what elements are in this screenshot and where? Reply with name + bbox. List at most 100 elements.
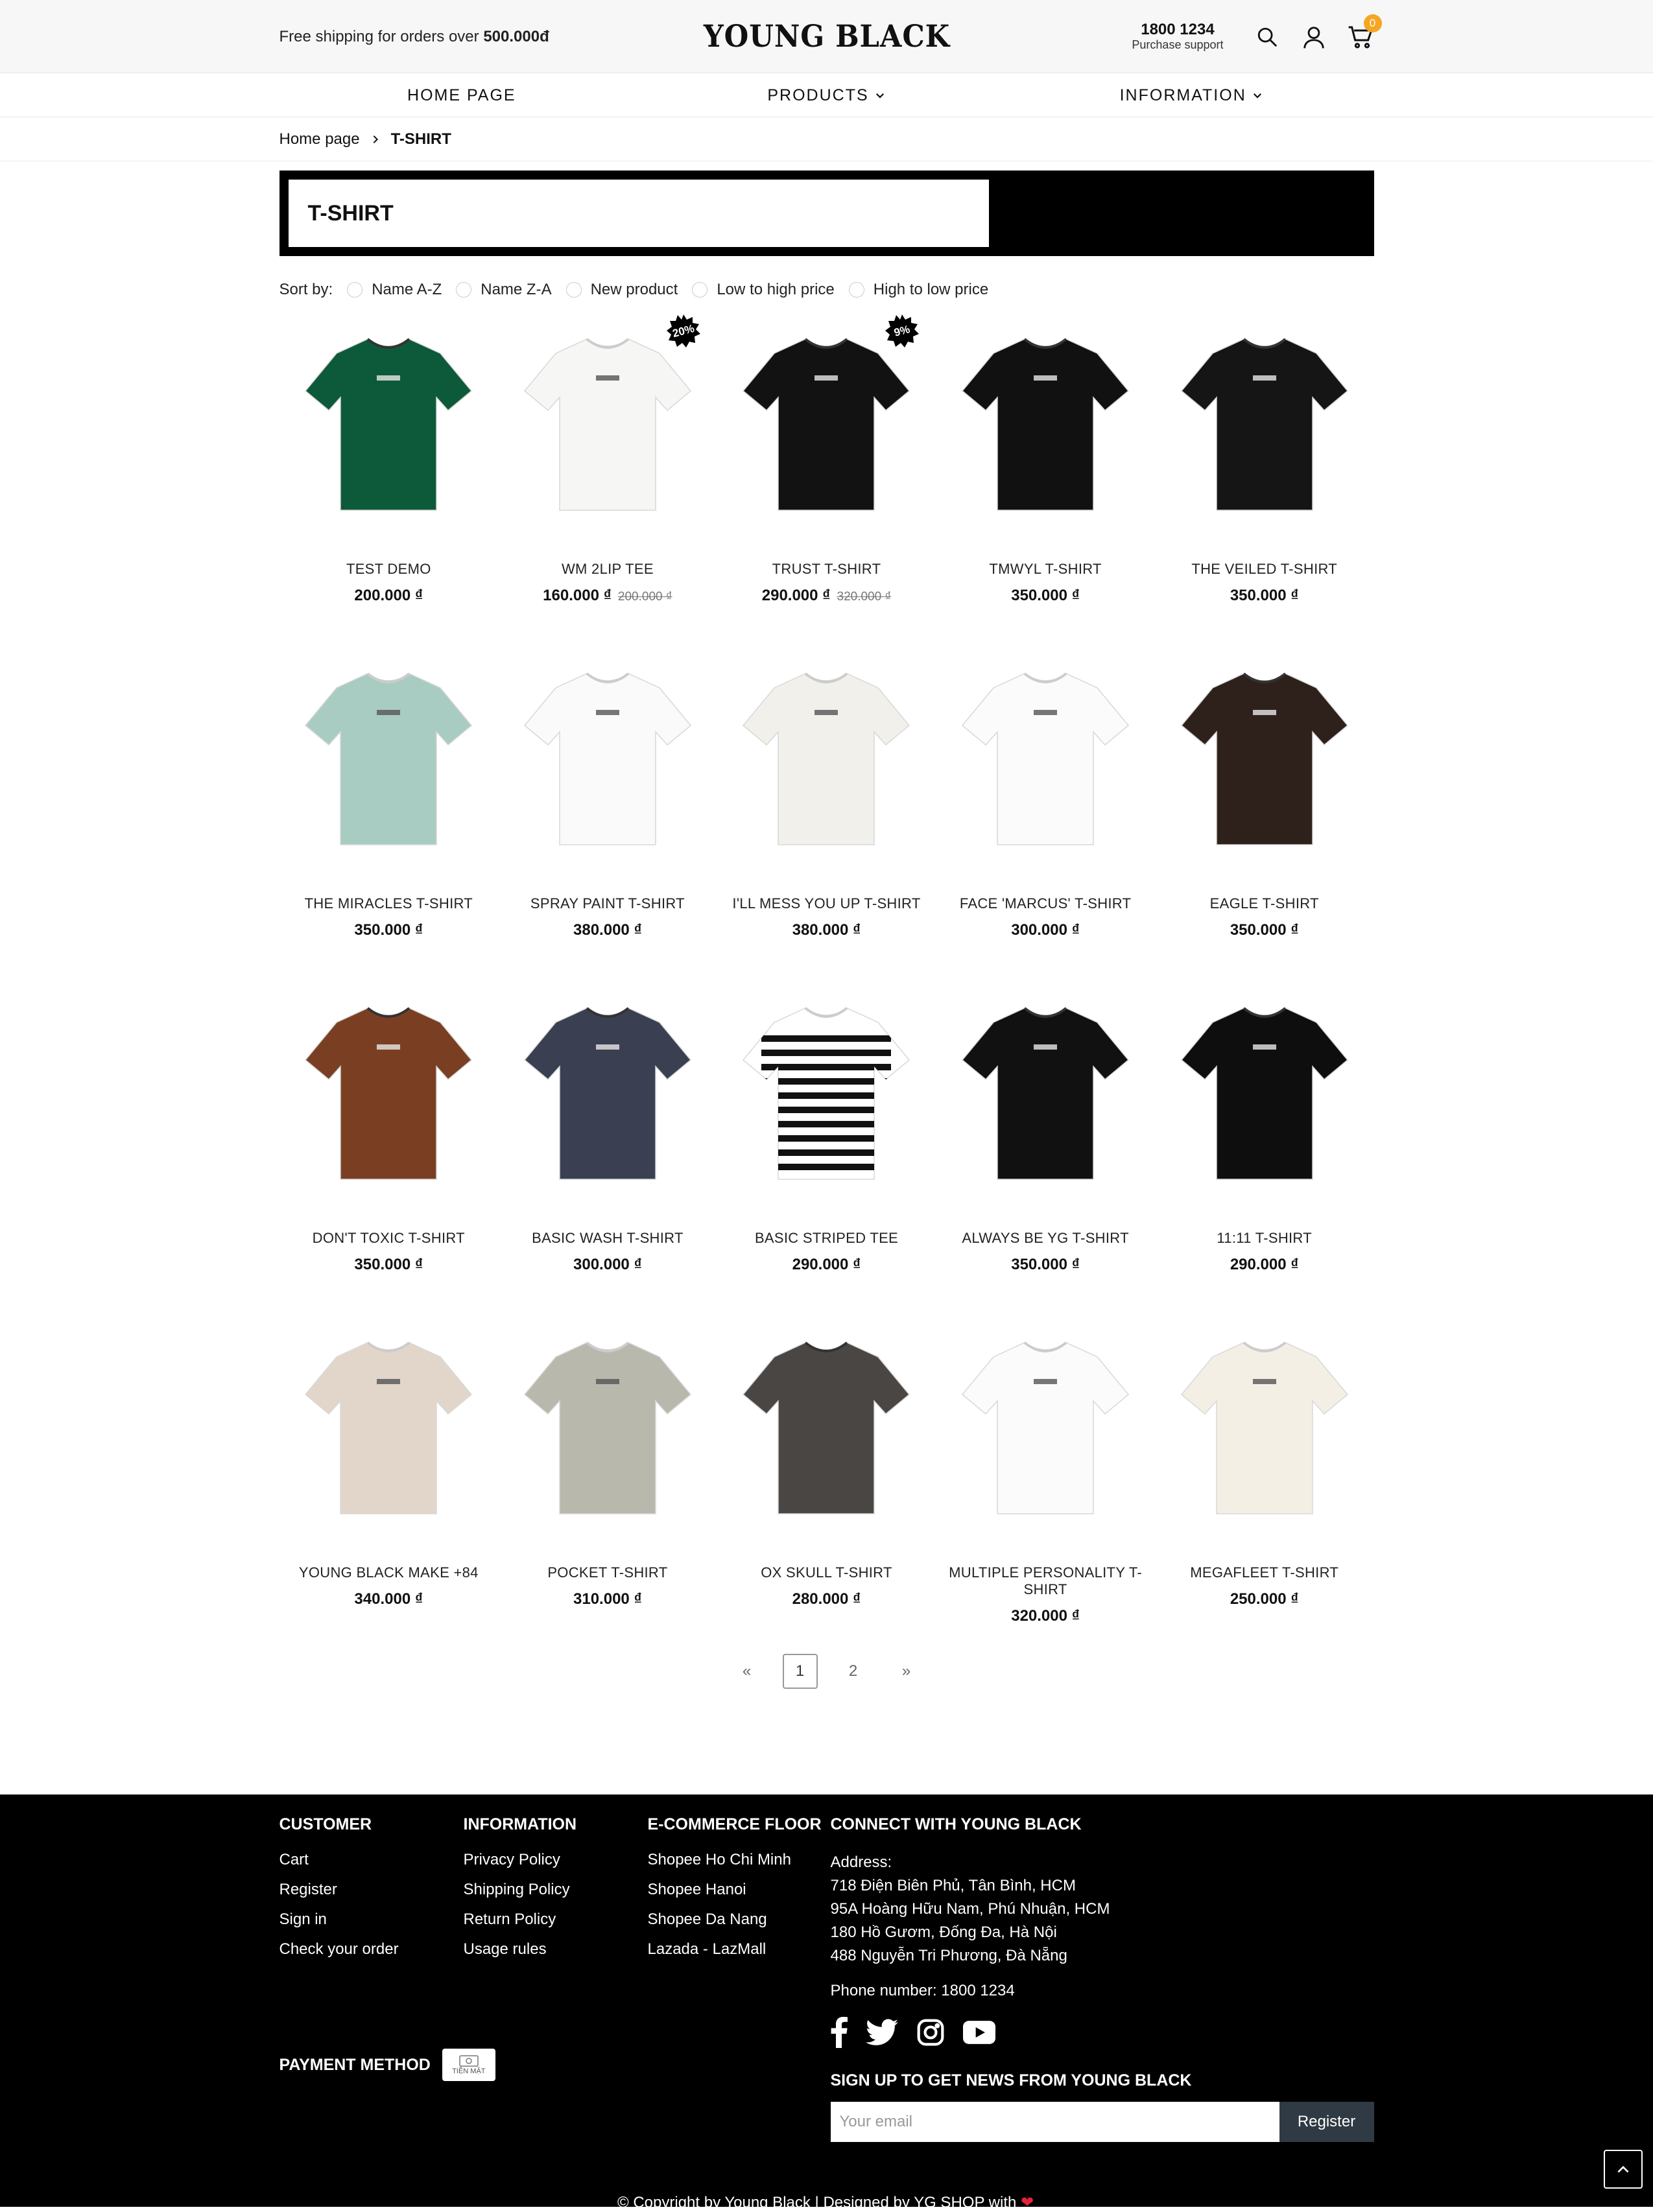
product-image[interactable]: [936, 1331, 1155, 1525]
instagram-icon[interactable]: [916, 2018, 945, 2047]
account-button[interactable]: [1300, 23, 1327, 51]
product-image[interactable]: [1155, 327, 1374, 522]
product-card[interactable]: EAGLE T-SHIRT 350.000 ₫: [1155, 662, 1374, 963]
footer-link-register[interactable]: Register: [279, 1881, 464, 1899]
sort-name-za[interactable]: Name Z-A: [456, 281, 552, 299]
radio-circle[interactable]: [692, 282, 708, 298]
product-name[interactable]: YOUNG BLACK MAKE +84: [279, 1564, 499, 1581]
product-card[interactable]: OX SKULL T-SHIRT 280.000 ₫: [717, 1331, 936, 1632]
footer-link-shipping[interactable]: Shipping Policy: [464, 1881, 648, 1899]
sort-name-az[interactable]: Name A-Z: [347, 281, 442, 299]
product-image[interactable]: [1155, 1331, 1374, 1525]
footer-link-shopee-danang[interactable]: Shopee Da Nang: [648, 1911, 832, 1929]
product-card[interactable]: THE MIRACLES T-SHIRT 350.000 ₫: [279, 662, 499, 963]
product-image[interactable]: [279, 1331, 499, 1525]
footer-link-return[interactable]: Return Policy: [464, 1911, 648, 1929]
product-card[interactable]: TMWYL T-SHIRT 350.000 ₫: [936, 327, 1155, 628]
page-1[interactable]: 1: [782, 1654, 818, 1689]
purchase-support[interactable]: 1800 1234 Purchase support: [1132, 21, 1223, 51]
product-name[interactable]: POCKET T-SHIRT: [498, 1564, 717, 1581]
product-name[interactable]: FACE 'MARCUS' T-SHIRT: [936, 895, 1155, 912]
product-name[interactable]: THE VEILED T-SHIRT: [1155, 561, 1374, 578]
footer-link-shopee-hanoi[interactable]: Shopee Hanoi: [648, 1881, 832, 1899]
product-image[interactable]: [498, 1331, 717, 1525]
product-name[interactable]: TMWYL T-SHIRT: [936, 561, 1155, 578]
radio-circle[interactable]: [565, 282, 582, 298]
product-name[interactable]: WM 2LIP TEE: [498, 561, 717, 578]
product-card[interactable]: I'LL MESS YOU UP T-SHIRT 380.000 ₫: [717, 662, 936, 963]
product-name[interactable]: OX SKULL T-SHIRT: [717, 1564, 936, 1581]
product-image[interactable]: [279, 662, 499, 856]
cart-button[interactable]: 0: [1347, 14, 1382, 51]
product-image[interactable]: [717, 996, 936, 1191]
radio-circle[interactable]: [848, 282, 864, 298]
product-image[interactable]: [279, 327, 499, 522]
product-card[interactable]: 9% TRUST T-SHIRT 290.000 ₫ 320.000 ₫: [717, 314, 936, 628]
page-next[interactable]: »: [889, 1654, 924, 1689]
product-image[interactable]: [936, 996, 1155, 1191]
nav-information[interactable]: INFORMATION: [1009, 86, 1374, 105]
product-card[interactable]: MULTIPLE PERSONALITY T-SHIRT 320.000 ₫: [936, 1331, 1155, 1632]
newsletter-register-button[interactable]: Register: [1279, 2102, 1374, 2142]
breadcrumb-home[interactable]: Home page: [279, 130, 360, 148]
page-2[interactable]: 2: [836, 1654, 871, 1689]
youtube-icon[interactable]: [962, 2020, 995, 2045]
product-image[interactable]: [936, 327, 1155, 522]
product-image[interactable]: [1155, 996, 1374, 1191]
product-image[interactable]: [498, 996, 717, 1191]
product-card[interactable]: POCKET T-SHIRT 310.000 ₫: [498, 1331, 717, 1632]
product-name[interactable]: I'LL MESS YOU UP T-SHIRT: [717, 895, 936, 912]
product-card[interactable]: BASIC WASH T-SHIRT 300.000 ₫: [498, 996, 717, 1297]
product-image[interactable]: 20%: [498, 314, 717, 522]
radio-circle[interactable]: [456, 282, 472, 298]
footer-link-sign-in[interactable]: Sign in: [279, 1911, 464, 1929]
product-name[interactable]: DON'T TOXIC T-SHIRT: [279, 1230, 499, 1247]
product-image[interactable]: [279, 996, 499, 1191]
product-card[interactable]: SPRAY PAINT T-SHIRT 380.000 ₫: [498, 662, 717, 963]
product-name[interactable]: 11:11 T-SHIRT: [1155, 1230, 1374, 1247]
page-prev[interactable]: «: [730, 1654, 765, 1689]
product-name[interactable]: MEGAFLEET T-SHIRT: [1155, 1564, 1374, 1581]
product-name[interactable]: BASIC STRIPED TEE: [717, 1230, 936, 1247]
product-card[interactable]: YOUNG BLACK MAKE +84 340.000 ₫: [279, 1331, 499, 1632]
product-card[interactable]: 20% WM 2LIP TEE 160.000 ₫ 200.000 ₫: [498, 314, 717, 628]
sort-low-high[interactable]: Low to high price: [692, 281, 835, 299]
facebook-icon[interactable]: [831, 2017, 848, 2048]
footer-link-lazada[interactable]: Lazada - LazMall: [648, 1940, 832, 1959]
twitter-icon[interactable]: [865, 2019, 898, 2046]
product-card[interactable]: ALWAYS BE YG T-SHIRT 350.000 ₫: [936, 996, 1155, 1297]
product-name[interactable]: MULTIPLE PERSONALITY T-SHIRT: [936, 1564, 1155, 1598]
search-button[interactable]: [1254, 23, 1281, 51]
product-card[interactable]: FACE 'MARCUS' T-SHIRT 300.000 ₫: [936, 662, 1155, 963]
product-name[interactable]: BASIC WASH T-SHIRT: [498, 1230, 717, 1247]
product-card[interactable]: 11:11 T-SHIRT 290.000 ₫: [1155, 996, 1374, 1297]
site-logo[interactable]: YOUNG BLACK: [703, 19, 949, 54]
newsletter-email-input[interactable]: Your email: [830, 2102, 1279, 2142]
footer-link-shopee-hcm[interactable]: Shopee Ho Chi Minh: [648, 1851, 832, 1869]
product-name[interactable]: SPRAY PAINT T-SHIRT: [498, 895, 717, 912]
product-name[interactable]: EAGLE T-SHIRT: [1155, 895, 1374, 912]
back-to-top-button[interactable]: [1604, 2150, 1643, 2189]
footer-link-check-order[interactable]: Check your order: [279, 1940, 464, 1959]
product-image[interactable]: 9%: [717, 314, 936, 522]
product-name[interactable]: THE MIRACLES T-SHIRT: [279, 895, 499, 912]
product-card[interactable]: THE VEILED T-SHIRT 350.000 ₫: [1155, 327, 1374, 628]
sort-high-low[interactable]: High to low price: [848, 281, 988, 299]
radio-circle[interactable]: [347, 282, 363, 298]
product-name[interactable]: TRUST T-SHIRT: [717, 561, 936, 578]
product-name[interactable]: ALWAYS BE YG T-SHIRT: [936, 1230, 1155, 1247]
footer-link-privacy[interactable]: Privacy Policy: [464, 1851, 648, 1869]
product-card[interactable]: MEGAFLEET T-SHIRT 250.000 ₫: [1155, 1331, 1374, 1632]
sort-new-product[interactable]: New product: [565, 281, 678, 299]
product-card[interactable]: BASIC STRIPED TEE 290.000 ₫: [717, 996, 936, 1297]
footer-link-usage[interactable]: Usage rules: [464, 1940, 648, 1959]
footer-link-cart[interactable]: Cart: [279, 1851, 464, 1869]
product-image[interactable]: [936, 662, 1155, 856]
product-image[interactable]: [717, 662, 936, 856]
product-image[interactable]: [1155, 662, 1374, 856]
nav-home[interactable]: HOME PAGE: [279, 86, 645, 105]
product-card[interactable]: TEST DEMO 200.000 ₫: [279, 327, 499, 628]
product-image[interactable]: [717, 1331, 936, 1525]
nav-products[interactable]: PRODUCTS: [644, 86, 1009, 105]
product-image[interactable]: [498, 662, 717, 856]
